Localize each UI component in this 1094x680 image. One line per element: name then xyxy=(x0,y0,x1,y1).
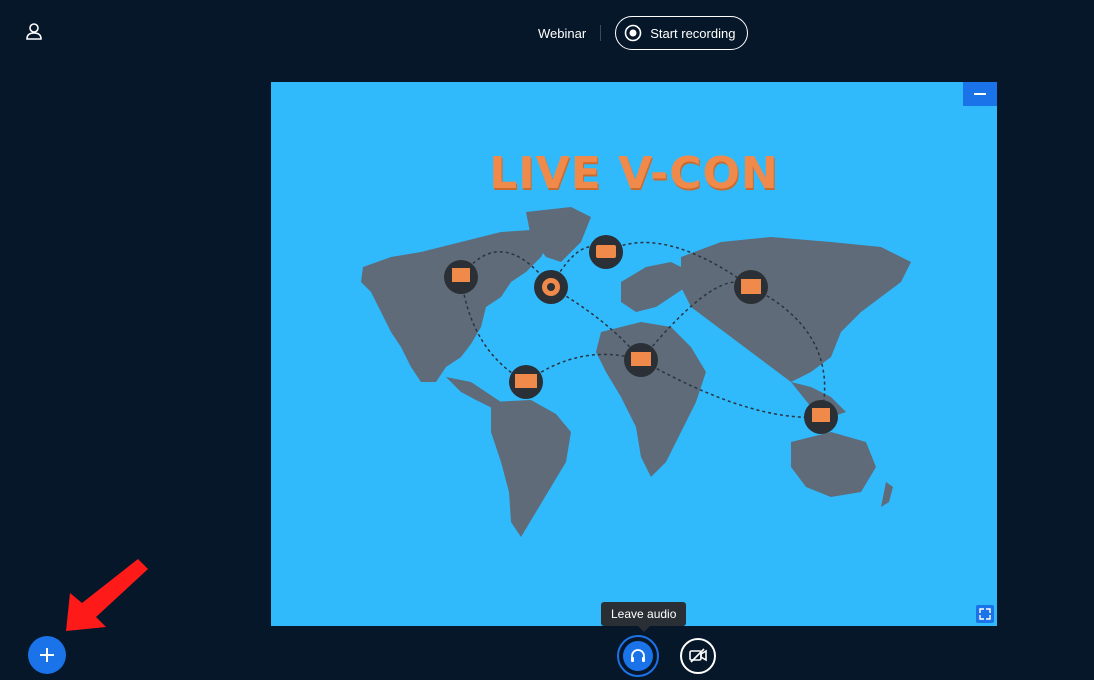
top-bar: Webinar Start recording xyxy=(0,0,1094,60)
start-recording-label: Start recording xyxy=(650,25,736,41)
fullscreen-icon xyxy=(979,608,991,620)
user-list-button[interactable] xyxy=(24,22,44,42)
share-webcam-button[interactable] xyxy=(680,638,716,674)
meeting-title: Webinar xyxy=(538,25,587,41)
video-off-icon xyxy=(689,648,707,663)
title-group: Webinar Start recording xyxy=(538,16,749,50)
user-icon xyxy=(26,23,42,40)
headphones-icon xyxy=(631,649,645,662)
actions-plus-button[interactable] xyxy=(28,636,66,674)
start-recording-button[interactable]: Start recording xyxy=(615,16,749,50)
slide-title: LIVE V-CON xyxy=(489,148,779,199)
fullscreen-button[interactable] xyxy=(976,605,994,623)
leave-audio-tooltip: Leave audio xyxy=(601,602,687,632)
plus-icon xyxy=(40,648,54,662)
red-arrow-annotation xyxy=(66,559,148,631)
leave-audio-button[interactable] xyxy=(617,635,659,677)
divider xyxy=(600,25,602,41)
audio-button-fill xyxy=(623,641,653,671)
presentation-area: LIVE V-CON xyxy=(271,82,997,626)
minimize-presentation-button[interactable] xyxy=(963,82,997,106)
minimize-icon xyxy=(974,93,986,95)
record-icon xyxy=(624,24,642,42)
